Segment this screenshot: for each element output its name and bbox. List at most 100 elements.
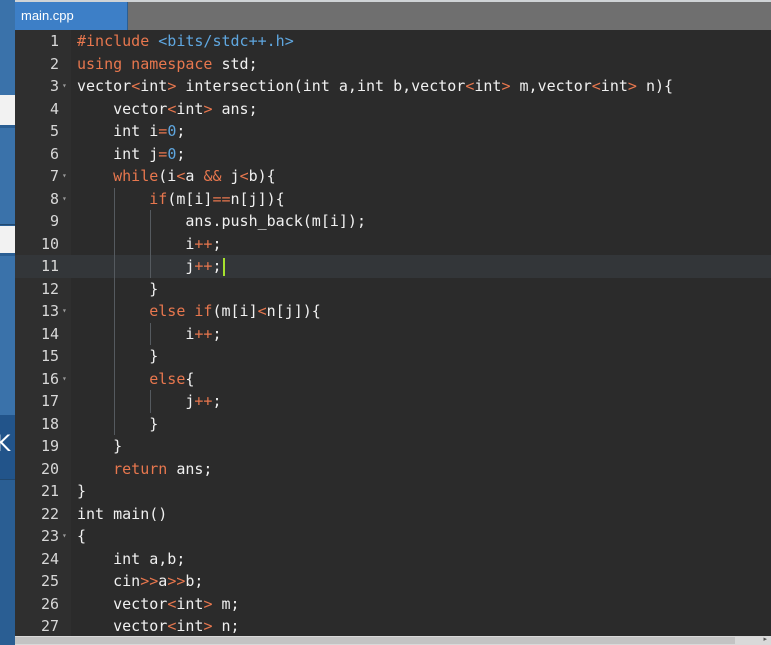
code-token: = xyxy=(158,122,168,140)
code-token: ; xyxy=(212,324,222,343)
code-token: intersection(int a,int b,vector xyxy=(176,77,466,95)
code-line[interactable]: 11 j++; xyxy=(15,255,771,278)
line-number: 19 xyxy=(40,437,59,455)
code-line[interactable]: 5 int i=0; xyxy=(15,120,771,143)
scrollbar-thumb[interactable] xyxy=(15,637,735,644)
code-token: if xyxy=(77,189,168,208)
code-token: a xyxy=(158,572,168,590)
code-text: else if(m[i]<n[j]){ xyxy=(77,300,321,323)
code-line[interactable]: 20 return ans; xyxy=(15,458,771,481)
code-token: n[j]){ xyxy=(230,189,285,208)
line-number: 18 xyxy=(40,414,59,433)
code-token: vector xyxy=(77,594,168,613)
fold-arrow-icon[interactable]: ▾ xyxy=(62,300,67,323)
code-text: while(i<a && j<b){ xyxy=(77,165,276,188)
scroll-right-arrow-icon[interactable]: ▸ xyxy=(763,635,767,643)
fold-arrow-icon[interactable]: ▾ xyxy=(62,188,67,211)
code-token: = xyxy=(158,144,168,163)
code-editor[interactable]: 1 #include <bits/stdc++.h> 2 using namespac… xyxy=(15,30,771,636)
code-line[interactable]: 18 } xyxy=(15,412,771,435)
code-token: ; xyxy=(176,122,186,140)
code-token: <bits/stdc++.h> xyxy=(158,32,294,50)
code-token: >> xyxy=(140,572,159,590)
code-token: using namespace xyxy=(77,54,213,73)
code-token: j xyxy=(77,392,195,410)
fold-arrow-icon[interactable]: ▾ xyxy=(62,525,67,548)
code-token: n; xyxy=(212,617,240,635)
code-token: { xyxy=(77,527,87,545)
left-panel-selected-item[interactable] xyxy=(0,95,15,125)
code-line[interactable]: 26 vector<int> m; xyxy=(15,593,771,616)
code-line[interactable]: 16 ▾ else{ xyxy=(15,367,771,391)
code-token: while xyxy=(77,167,159,185)
code-text: vector<int> m; xyxy=(77,593,239,616)
code-line[interactable]: 19 } xyxy=(15,435,771,458)
code-token: j xyxy=(77,257,195,275)
tab-main-cpp[interactable]: main.cpp xyxy=(15,2,128,30)
code-token: #include xyxy=(77,32,159,50)
code-text: j++; xyxy=(77,255,225,278)
code-line[interactable]: 1 #include <bits/stdc++.h> xyxy=(15,30,771,53)
code-line[interactable]: 24 int a,b; xyxy=(15,548,771,571)
code-line[interactable]: 23 ▾ { xyxy=(15,525,771,548)
code-token: vector xyxy=(77,99,168,118)
code-token: < xyxy=(257,302,267,320)
collapse-chevron-icon[interactable]: K xyxy=(0,433,10,457)
code-token: int a,b; xyxy=(77,549,186,568)
code-text: int i=0; xyxy=(77,120,185,143)
code-token: (m[i] xyxy=(212,302,258,320)
code-line[interactable]: 4 vector<int> ans; xyxy=(15,98,771,121)
fold-arrow-icon[interactable]: ▾ xyxy=(62,368,67,391)
code-token: vector xyxy=(77,617,168,635)
code-line[interactable]: 2 using namespace std; xyxy=(15,53,771,76)
code-line[interactable]: 15 } xyxy=(15,345,771,368)
code-line[interactable]: 22 int main() xyxy=(15,503,771,526)
code-text: i++; xyxy=(77,233,221,256)
code-line[interactable]: 10 i++; xyxy=(15,232,771,256)
code-line[interactable]: 21} xyxy=(15,480,771,503)
code-line[interactable]: 27 vector<int> n; xyxy=(15,615,771,636)
code-lines: 1 #include <bits/stdc++.h> 2 using namespac… xyxy=(15,30,771,636)
fold-arrow-icon[interactable]: ▾ xyxy=(62,75,67,98)
code-text: } xyxy=(77,345,158,368)
code-line[interactable]: 12 } xyxy=(15,277,771,300)
code-line[interactable]: 17 j++; xyxy=(15,390,771,413)
code-line[interactable]: 3 ▾ vector<int> intersection(int a,int b,v… xyxy=(15,75,771,98)
line-number: 6 xyxy=(49,144,59,163)
code-line[interactable]: 6 int j=0; xyxy=(15,143,771,166)
left-panel-cell xyxy=(0,319,15,352)
code-line[interactable]: 14 i++; xyxy=(15,322,771,345)
code-text: vector<int> ans; xyxy=(77,98,258,121)
code-line[interactable]: 8 ▾ if(m[i]==n[j]){ xyxy=(15,187,771,211)
line-number: 11 xyxy=(40,257,59,275)
code-token: cin xyxy=(77,572,141,590)
code-text: } xyxy=(77,480,86,503)
code-text: vector<int> n; xyxy=(77,615,240,636)
line-number: 14 xyxy=(40,324,59,343)
left-panel-cell xyxy=(0,256,15,288)
code-line[interactable]: 9 ans.push_back(m[i]); xyxy=(15,210,771,233)
code-token: ++ xyxy=(194,324,213,343)
code-line[interactable]: 7 ▾ while(i<a && j<b){ xyxy=(15,165,771,188)
code-text: using namespace std; xyxy=(77,53,258,76)
line-number: 10 xyxy=(40,234,59,253)
code-token: i xyxy=(77,234,195,253)
code-token: b; xyxy=(185,572,204,590)
code-token: && xyxy=(203,167,222,185)
code-token: int xyxy=(176,99,204,118)
code-token: ans; xyxy=(167,459,213,478)
line-number: 5 xyxy=(49,122,59,140)
code-line[interactable]: 13 ▾ else if(m[i]<n[j]){ xyxy=(15,300,771,323)
code-token: else xyxy=(77,369,186,388)
horizontal-scrollbar[interactable]: ▸ xyxy=(15,635,771,645)
code-line[interactable]: 25 cin>>a>>b; xyxy=(15,570,771,593)
code-token: ++ xyxy=(194,257,213,275)
line-number: 22 xyxy=(40,504,59,523)
tab-bar: main.cpp xyxy=(15,0,771,30)
code-text: else{ xyxy=(77,368,194,391)
fold-arrow-icon[interactable]: ▾ xyxy=(62,165,67,188)
code-token: (m[i] xyxy=(167,189,213,208)
code-token: int j xyxy=(77,144,159,163)
left-panel-item[interactable] xyxy=(0,226,15,253)
left-side-panel: K xyxy=(0,0,15,645)
